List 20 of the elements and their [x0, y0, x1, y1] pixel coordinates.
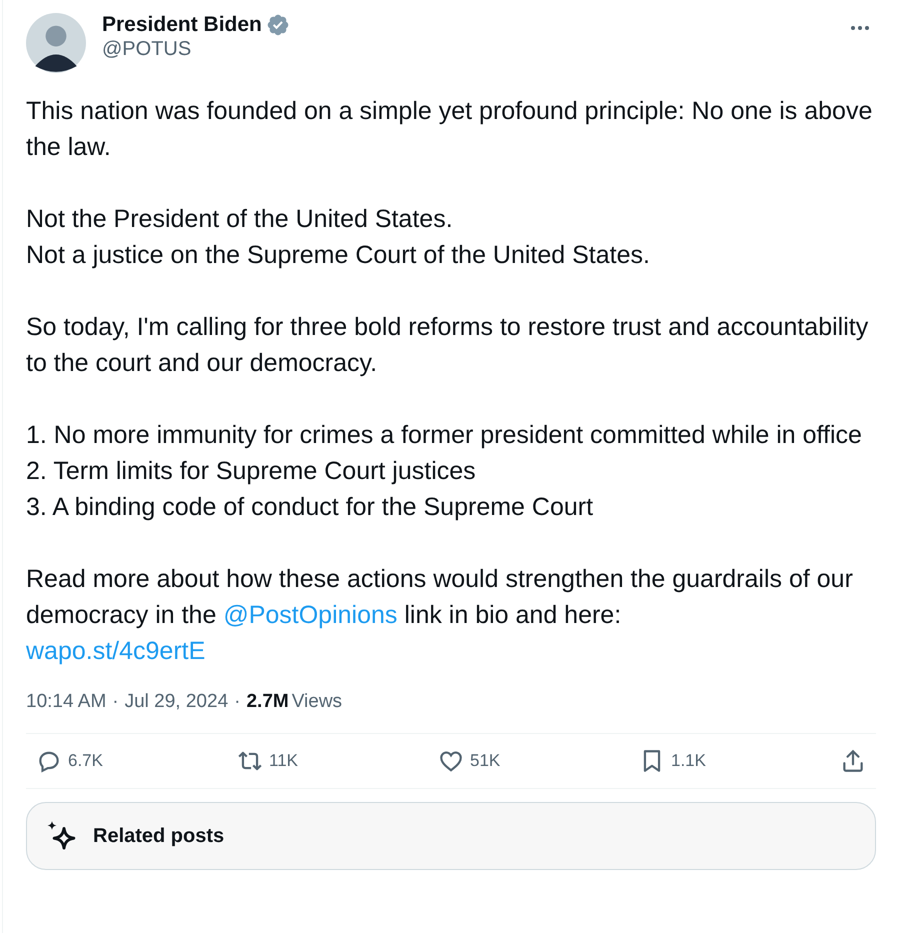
post-text: Read more about how these actions would strengthen the guardrails of our democracy in the @PostOpinions link in bio and here: wapo.st/4c9ertE — [26, 564, 854, 667]
repost-button[interactable]: 11K — [235, 744, 345, 778]
post-time[interactable]: 10:14 AM — [26, 691, 106, 713]
separator-dot: · — [112, 691, 119, 713]
post-text: Not the President of the United States. Not a justice on the Supreme Court of the United States. — [26, 204, 651, 271]
post-text: So today, I'm calling for three bold reforms to restore trust and accountability to the court and our democracy. — [26, 312, 870, 379]
views-label: Views — [292, 691, 342, 713]
related-posts-button[interactable]: Related posts — [26, 802, 876, 870]
avatar[interactable] — [26, 13, 86, 73]
like-button[interactable]: 51K — [436, 744, 546, 778]
separator-dot: · — [234, 691, 240, 713]
view-count: 2.7M — [246, 691, 289, 713]
display-name[interactable]: President Biden — [102, 13, 262, 37]
reply-button[interactable]: 6.7K — [34, 744, 144, 778]
post-text: 1. No more immunity for crimes a former president committed while in office 2. Term limits for Supreme Court justices 3. A binding code of conduct for the Supreme Court — [26, 420, 863, 523]
more-icon[interactable] — [850, 25, 870, 31]
post-text: This nation was founded on a simple yet profound principle: No one is above the law. — [26, 96, 874, 163]
bookmark-button[interactable]: 1.1K — [637, 744, 747, 778]
username[interactable]: @POTUS — [102, 38, 192, 61]
post-date[interactable]: Jul 29, 2024 — [124, 691, 228, 713]
